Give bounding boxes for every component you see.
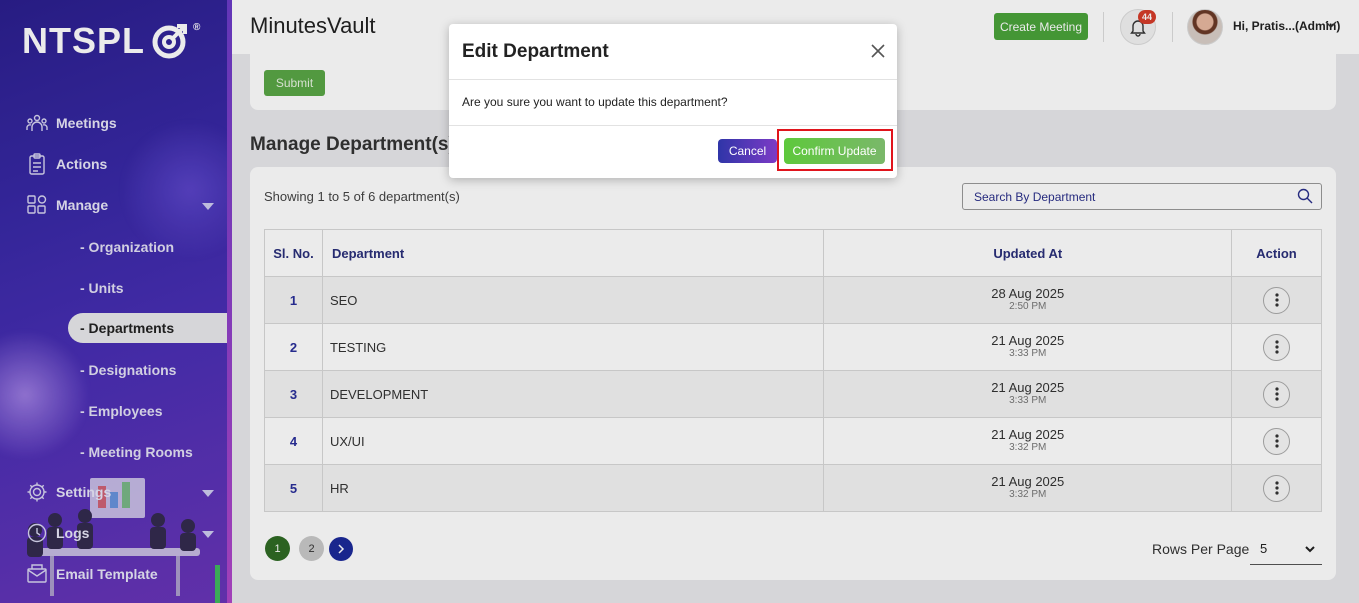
edit-department-dialog: Edit Department Are you sure you want to…	[449, 24, 897, 178]
dialog-divider	[449, 79, 897, 80]
dialog-divider	[449, 125, 897, 126]
close-icon[interactable]	[870, 43, 886, 59]
dialog-title: Edit Department	[462, 41, 609, 62]
dialog-message: Are you sure you want to update this dep…	[462, 95, 728, 109]
confirm-highlight-box: Confirm Update	[777, 129, 893, 171]
confirm-update-button[interactable]: Confirm Update	[784, 138, 885, 164]
cancel-button[interactable]: Cancel	[718, 139, 777, 163]
